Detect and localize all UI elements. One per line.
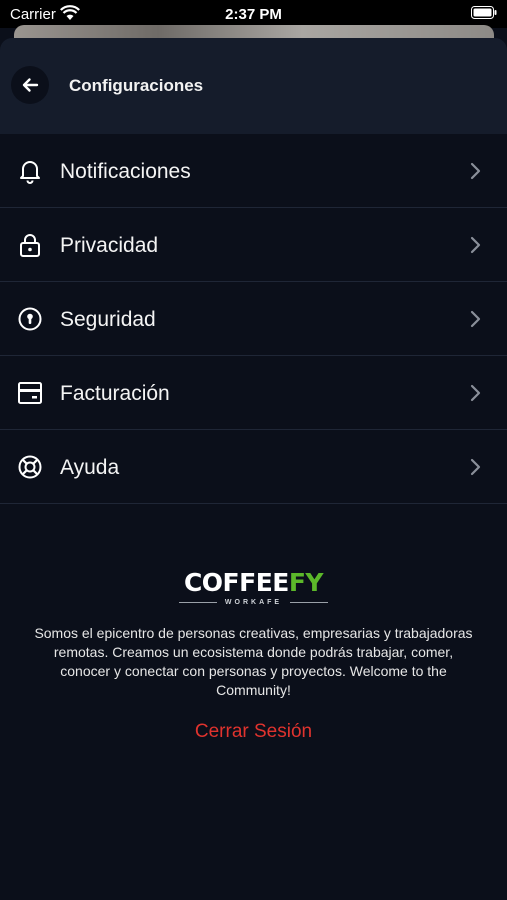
settings-sheet: Configuraciones Notificaciones Privacida… bbox=[0, 38, 507, 900]
logo-wordmark-accent: FY bbox=[288, 568, 324, 597]
menu-item-facturacion[interactable]: Facturación bbox=[0, 356, 507, 430]
battery-icon bbox=[471, 6, 497, 19]
chevron-right-icon bbox=[470, 236, 481, 254]
settings-menu: Notificaciones Privacidad Seguridad Fact… bbox=[0, 134, 507, 504]
keyhole-icon bbox=[18, 307, 42, 331]
menu-item-label: Notificaciones bbox=[60, 160, 191, 183]
status-bar: Carrier 2:37 PM bbox=[0, 0, 507, 28]
logo-tagline: WORKAFE bbox=[224, 599, 283, 606]
menu-item-privacidad[interactable]: Privacidad bbox=[0, 208, 507, 282]
card-icon bbox=[18, 382, 42, 404]
logo-wordmark: COFFEE bbox=[183, 568, 289, 597]
menu-item-ayuda[interactable]: Ayuda bbox=[0, 430, 507, 504]
logout-button[interactable]: Cerrar Sesión bbox=[0, 721, 507, 743]
logo-divider bbox=[290, 602, 329, 603]
menu-item-seguridad[interactable]: Seguridad bbox=[0, 282, 507, 356]
chevron-right-icon bbox=[470, 310, 481, 328]
nav-header: Configuraciones bbox=[0, 38, 507, 134]
menu-item-label: Privacidad bbox=[60, 234, 159, 257]
lifebuoy-icon bbox=[18, 455, 42, 479]
about-text: Somos el epicentro de personas creativas… bbox=[34, 625, 473, 698]
menu-item-label: Facturación bbox=[60, 382, 170, 405]
bell-icon bbox=[20, 161, 40, 184]
back-button[interactable] bbox=[11, 66, 49, 104]
coffeefy-logo: COFFEEFY WORKAFE bbox=[178, 568, 329, 606]
lock-icon bbox=[20, 234, 40, 257]
chevron-right-icon bbox=[470, 384, 481, 402]
logo-divider bbox=[178, 602, 217, 603]
chevron-right-icon bbox=[470, 458, 481, 476]
page-title: Configuraciones bbox=[69, 76, 204, 95]
status-time: 2:37 PM bbox=[225, 6, 282, 23]
menu-item-label: Seguridad bbox=[60, 308, 156, 331]
menu-item-notificaciones[interactable]: Notificaciones bbox=[0, 134, 507, 208]
brand-logo-block: COFFEEFY WORKAFE bbox=[0, 568, 507, 608]
arrow-left-icon bbox=[22, 78, 39, 92]
chevron-right-icon bbox=[470, 162, 481, 180]
menu-item-label: Ayuda bbox=[60, 456, 120, 479]
